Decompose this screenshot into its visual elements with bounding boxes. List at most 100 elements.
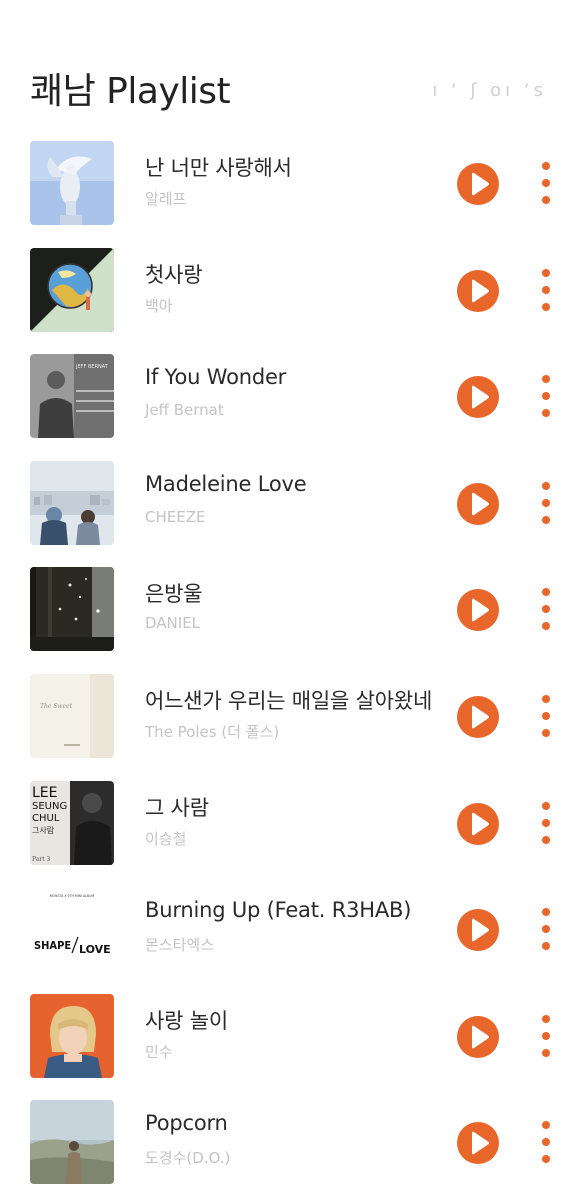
song-title: 사랑 놀이 (145, 1008, 228, 1033)
album-text: 그사람 (32, 826, 55, 835)
more-options-icon[interactable] (536, 267, 556, 313)
more-options-icon[interactable] (536, 1013, 556, 1059)
dot (542, 196, 550, 204)
header: 쾌남 Playlist ı ʻ ʃ oı ʻs (0, 0, 585, 130)
faded-header-text: ı ʻ ʃ oı ʻs (432, 80, 547, 101)
play-icon (472, 705, 489, 729)
play-icon (472, 918, 489, 942)
dot (542, 622, 550, 631)
song-title: Popcorn (145, 1111, 228, 1136)
song-row[interactable]: LEE SEUNG CHUL 그사람 Part 3 그 사람 이승철 (0, 770, 585, 877)
dot (542, 481, 550, 490)
play-button[interactable] (457, 1122, 499, 1165)
album-text: SHAPE (34, 939, 71, 952)
play-icon (472, 599, 489, 622)
play-button[interactable] (457, 1015, 499, 1058)
album-art-shape-of-love[interactable]: MONSTA X 9TH MINI ALBUM SHAPE LOVE (30, 887, 114, 972)
play-button[interactable] (457, 802, 499, 845)
dot (542, 1031, 550, 1040)
album-art-angel-statue[interactable] (30, 141, 114, 225)
song-row[interactable]: The Sweet 어느샌가 우리는 매일을 살아왔네 The Poles (더… (0, 663, 585, 770)
play-button[interactable] (457, 376, 499, 419)
dot (542, 942, 550, 951)
dot (542, 1048, 550, 1057)
dot (542, 1121, 550, 1130)
dot (542, 1014, 550, 1023)
playlist: 난 너만 사랑해서 알레프 첫사랑 백아 JEFF BERNAT If You … (0, 130, 585, 1196)
page-title: 쾌남 Playlist (30, 71, 231, 112)
song-row[interactable]: 은방울 DANIEL (0, 556, 585, 663)
dot (542, 179, 550, 187)
dot (542, 498, 550, 507)
song-row[interactable]: MONSTA X 9TH MINI ALBUM SHAPE LOVE Burni… (0, 876, 585, 983)
play-icon (472, 812, 489, 835)
dot (542, 818, 550, 827)
play-button[interactable] (457, 163, 499, 205)
album-art-dark-forest[interactable] (30, 567, 114, 652)
album-text: LEE (32, 785, 58, 801)
song-title: 그 사람 (145, 795, 209, 820)
artist-name: 이승철 (145, 829, 187, 848)
artist-name: 도경수(D.O.) (145, 1149, 231, 1168)
artist-name: 알레프 (145, 190, 187, 208)
album-text: The Sweet (40, 703, 73, 710)
more-options-icon[interactable] (536, 586, 556, 632)
album-art-field[interactable] (30, 1100, 114, 1185)
more-options-icon[interactable] (536, 373, 556, 419)
album-art-globe[interactable] (30, 247, 114, 332)
play-icon (472, 1132, 489, 1155)
artist-name: DANIEL (145, 614, 201, 633)
play-button[interactable] (457, 695, 499, 738)
song-title: Burning Up (Feat. R3HAB) (145, 898, 412, 923)
more-options-icon[interactable] (536, 1119, 556, 1165)
dot (542, 835, 550, 844)
album-text: JEFF BERNAT (75, 364, 109, 370)
artist-name: The Poles (더 폴스) (145, 722, 280, 741)
dot (542, 375, 550, 384)
dot (542, 801, 550, 810)
more-options-icon[interactable] (536, 480, 556, 526)
dot (542, 588, 550, 597)
song-row[interactable]: JEFF BERNAT If You Wonder Jeff Bernat (0, 343, 585, 450)
artist-name: Jeff Bernat (145, 401, 224, 420)
album-text: LOVE (79, 943, 111, 956)
song-row[interactable]: 사랑 놀이 민수 (0, 983, 585, 1090)
dot (542, 694, 550, 703)
play-button[interactable] (457, 482, 499, 525)
song-row[interactable]: 첫사랑 백아 (0, 237, 585, 344)
song-title: 난 너만 사랑해서 (145, 156, 292, 180)
artist-name: 몬스타엑스 (145, 936, 215, 955)
album-art-portrait[interactable]: JEFF BERNAT (30, 354, 114, 439)
album-art-girl-portrait[interactable] (30, 993, 114, 1078)
play-icon (472, 279, 489, 302)
dot (542, 728, 550, 737)
play-icon (472, 385, 489, 409)
more-options-icon[interactable] (536, 800, 556, 846)
dot (542, 285, 550, 294)
album-art-lee-seung-chul[interactable]: LEE SEUNG CHUL 그사람 Part 3 (30, 780, 114, 865)
album-art-paper[interactable]: The Sweet (30, 673, 114, 758)
dot (542, 925, 550, 934)
album-text: Part 3 (32, 856, 51, 863)
play-icon (472, 1025, 489, 1049)
dot (542, 1155, 550, 1164)
play-button[interactable] (457, 909, 499, 952)
dot (542, 268, 550, 277)
dot (542, 302, 550, 311)
dot (542, 162, 550, 170)
song-row[interactable]: Popcorn 도경수(D.O.) (0, 1089, 585, 1196)
play-button[interactable] (457, 269, 499, 312)
dot (542, 409, 550, 418)
artist-name: 민수 (145, 1042, 173, 1061)
dot (542, 605, 550, 614)
play-button[interactable] (457, 589, 499, 632)
more-options-icon[interactable] (536, 693, 556, 739)
song-title: Madeleine Love (145, 471, 307, 496)
more-options-icon[interactable] (536, 906, 556, 952)
album-art-city-view[interactable] (30, 460, 114, 545)
song-row[interactable]: 난 너만 사랑해서 알레프 (0, 130, 585, 237)
song-row[interactable]: Madeleine Love CHEEZE (0, 450, 585, 557)
more-options-icon[interactable] (536, 160, 556, 206)
artist-name: CHEEZE (145, 507, 206, 526)
dot (542, 515, 550, 524)
